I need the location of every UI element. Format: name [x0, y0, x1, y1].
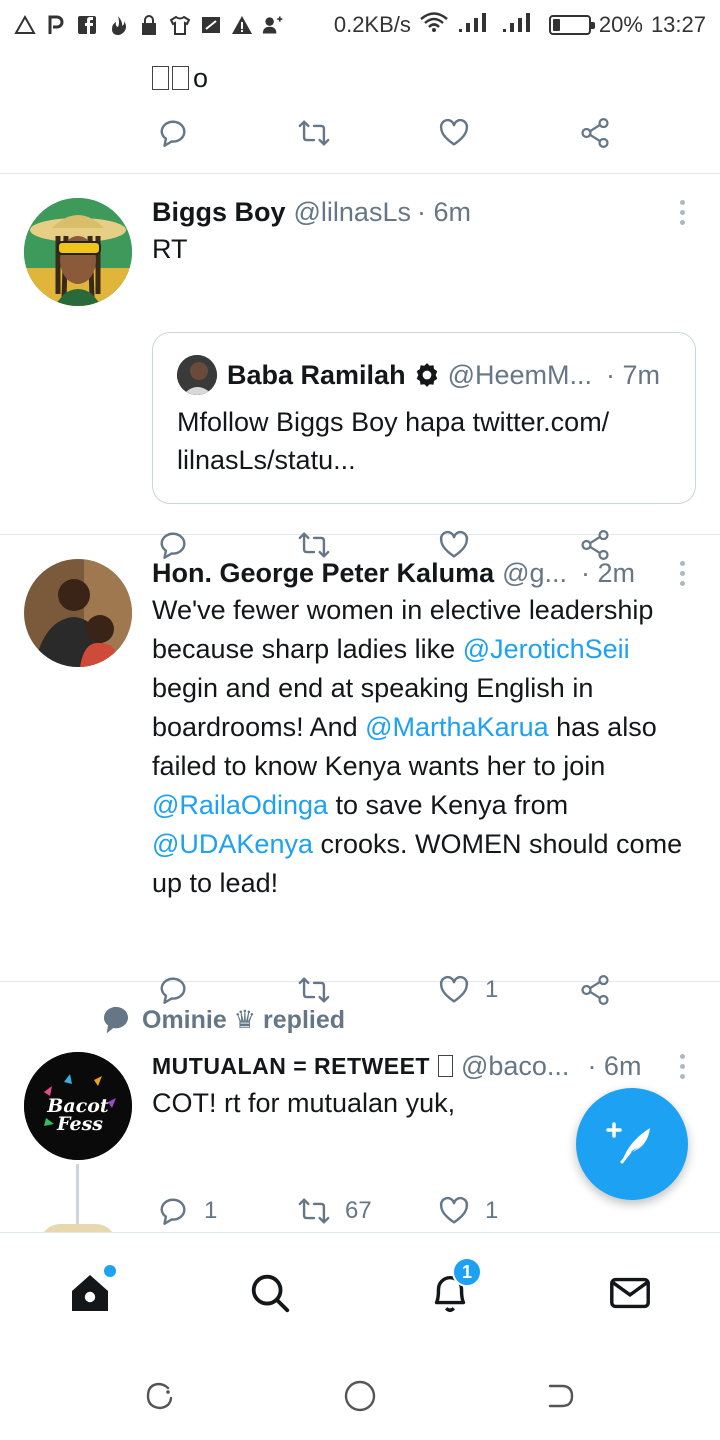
shirt-icon [169, 14, 191, 36]
recents-icon [146, 1382, 173, 1410]
nav-home[interactable] [60, 1263, 120, 1323]
avatar[interactable]: Bacot Fess [24, 1052, 132, 1160]
lock-icon [138, 14, 160, 36]
quoted-author-name: Baba Ramilah [227, 360, 406, 390]
p-icon [45, 14, 67, 36]
tweet-partial[interactable]: o [0, 50, 720, 174]
more-options-icon[interactable] [678, 1054, 686, 1079]
mention-link[interactable]: @RailaOdinga [152, 790, 328, 820]
tweet-header: Hon. George Peter Kaluma @g... · 2m [152, 555, 696, 591]
quoted-header: Baba Ramilah @HeemM... · 7m [227, 355, 675, 395]
messages-icon [610, 1277, 650, 1309]
reply-count: 1 [204, 1197, 218, 1224]
thread-line [76, 1164, 79, 1232]
wifi-icon [419, 11, 449, 39]
quoted-text: Mfollow Biggs Boy hapa twitter.com/ liln… [177, 407, 610, 475]
like-button[interactable] [437, 116, 471, 150]
avatar[interactable] [24, 559, 132, 667]
home-button[interactable] [340, 1376, 380, 1416]
new-tweets-dot [104, 1265, 116, 1277]
mention-link[interactable]: @MarthaKarua [365, 712, 549, 742]
back-icon [548, 1384, 574, 1408]
more-options-icon[interactable] [678, 561, 686, 586]
system-navigation [0, 1348, 720, 1440]
missing-glyph [152, 66, 169, 90]
like-count: 1 [485, 1197, 499, 1224]
author-name[interactable]: Hon. George Peter Kaluma [152, 555, 494, 591]
tweet-text: RT [152, 234, 188, 264]
recent-apps-button[interactable] [140, 1376, 180, 1416]
author-name[interactable]: MUTUALAN = RETWEET [152, 1048, 430, 1084]
tweet-biggs-boy[interactable]: Biggs Boy @lilnasLs · 6m RT Baba Ramilah… [0, 174, 720, 561]
timeline-feed[interactable]: o Biggs Boy @lilnasLs · 6m RT Baba Ramil… [0, 50, 720, 1232]
notes-icon [200, 14, 222, 36]
compose-feather-icon [606, 1122, 650, 1164]
bottom-navigation: 1 [0, 1232, 720, 1348]
status-bar: 0.2KB/s 20% 13:27 [0, 0, 720, 50]
reply-icon [160, 120, 186, 147]
tweet-text: o [152, 60, 208, 96]
share-button[interactable] [578, 116, 612, 150]
heart-icon [439, 1196, 469, 1224]
avatar[interactable] [24, 198, 132, 306]
compose-tweet-button[interactable] [576, 1088, 688, 1200]
mention-link[interactable]: @UDAKenya [152, 829, 313, 859]
notification-icons [14, 14, 284, 36]
missing-glyph [437, 1055, 453, 1077]
tweet-time: · 2m [581, 558, 636, 588]
quoted-time: · 7m [606, 360, 660, 390]
signal-icon [457, 11, 493, 39]
quoted-tweet[interactable]: Baba Ramilah @HeemM... · 7m Mfollow Bigg… [152, 332, 696, 504]
signal-icon-2 [501, 11, 537, 39]
clock: 13:27 [650, 12, 706, 37]
system-status: 0.2KB/s 20% 13:27 [334, 11, 706, 39]
tweet-text: We've fewer women in elective leadership… [152, 595, 683, 898]
tweet-header: MUTUALAN = RETWEET @baco... · 6m [152, 1048, 696, 1084]
battery-icon [548, 15, 595, 35]
facebook-icon [76, 14, 98, 36]
fire-icon [107, 14, 129, 36]
more-options-icon[interactable] [678, 200, 686, 225]
tweet-header: Biggs Boy @lilnasLs · 6m [152, 194, 696, 230]
nav-search[interactable] [240, 1263, 300, 1323]
missing-glyph [172, 66, 189, 90]
author-handle: @g... [502, 558, 568, 588]
home-circle-icon [344, 1380, 376, 1412]
reply-button[interactable]: 1 [156, 1194, 217, 1228]
mention-link[interactable]: @JerotichSeii [463, 634, 630, 664]
nav-messages[interactable] [600, 1263, 660, 1323]
notification-badge: 1 [452, 1257, 482, 1287]
retweet-button[interactable] [297, 116, 331, 150]
retweet-icon [298, 120, 330, 146]
nav-notifications[interactable]: 1 [420, 1257, 482, 1323]
speech-bubble-icon [103, 1006, 128, 1034]
verified-badge-icon [414, 355, 440, 395]
battery-percent: 20% [598, 12, 643, 37]
author-name[interactable]: Biggs Boy [152, 194, 286, 230]
retweet-button[interactable]: 67 [297, 1194, 372, 1228]
warning-triangle-icon [14, 14, 36, 36]
quoted-avatar [177, 355, 217, 395]
tweet-kaluma[interactable]: Hon. George Peter Kaluma @g... · 2m We'v… [0, 535, 720, 1006]
add-person-icon [262, 14, 284, 36]
back-button[interactable] [540, 1376, 580, 1416]
alert-icon [231, 14, 253, 36]
reply-icon [160, 1198, 186, 1225]
quoted-author-handle: @HeemM... [447, 360, 592, 390]
reply-button[interactable] [156, 116, 190, 150]
retweet-icon [298, 1198, 330, 1224]
share-icon [581, 117, 609, 149]
author-handle: @baco... [460, 1051, 570, 1081]
search-icon [251, 1274, 290, 1313]
net-speed: 0.2KB/s [333, 12, 411, 37]
author-handle: @lilnasLs [293, 197, 411, 227]
heart-icon [439, 118, 469, 146]
svg-text:Fess: Fess [56, 1113, 103, 1135]
tweet-time: · 6m [416, 197, 471, 227]
tweet-time: · 6m [587, 1051, 642, 1081]
reply-context: Ominie ♛ replied [100, 1004, 345, 1036]
like-button[interactable]: 1 [437, 1194, 498, 1228]
next-avatar-peek [40, 1224, 116, 1232]
retweet-count: 67 [345, 1197, 372, 1224]
